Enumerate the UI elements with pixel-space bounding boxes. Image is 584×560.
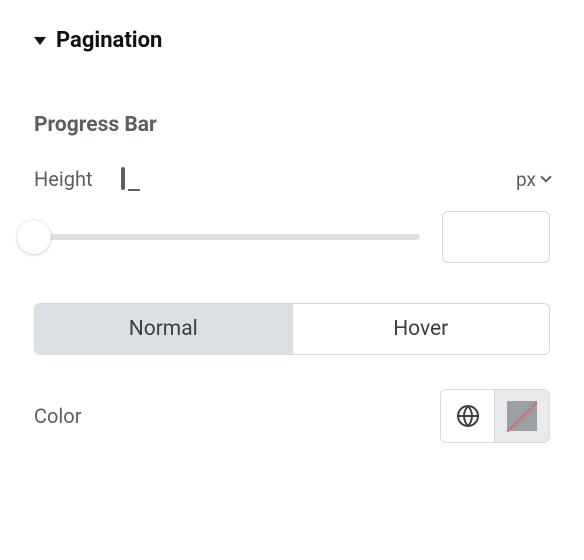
globe-icon [456, 404, 480, 428]
state-tabs: Normal Hover [34, 303, 550, 355]
height-label: Height [34, 167, 93, 191]
color-label: Color [34, 404, 81, 428]
height-unit-select[interactable]: px [516, 168, 550, 191]
height-slider[interactable] [34, 220, 420, 254]
slider-track [34, 234, 420, 240]
color-swatch-none-icon [507, 401, 537, 431]
height-value-input[interactable] [442, 211, 550, 263]
slider-thumb[interactable] [17, 220, 51, 254]
caret-down-icon [34, 37, 46, 45]
pagination-panel: Pagination Progress Bar Height px Normal… [0, 0, 584, 515]
color-swatch-button[interactable] [495, 390, 549, 442]
chevron-down-icon [540, 171, 551, 182]
tab-hover[interactable]: Hover [292, 304, 550, 354]
color-controls [440, 389, 550, 443]
height-label-group: Height [34, 167, 147, 191]
tab-normal[interactable]: Normal [35, 304, 292, 354]
global-color-button[interactable] [441, 390, 495, 442]
color-row: Color [34, 389, 550, 443]
section-toggle-pagination[interactable]: Pagination [34, 28, 550, 53]
section-title: Pagination [56, 28, 162, 53]
height-slider-row [34, 211, 550, 263]
height-row: Height px [34, 167, 550, 191]
responsive-desktop-icon[interactable] [121, 169, 147, 189]
height-unit-value: px [516, 168, 536, 191]
progress-bar-subheading: Progress Bar [34, 113, 550, 137]
